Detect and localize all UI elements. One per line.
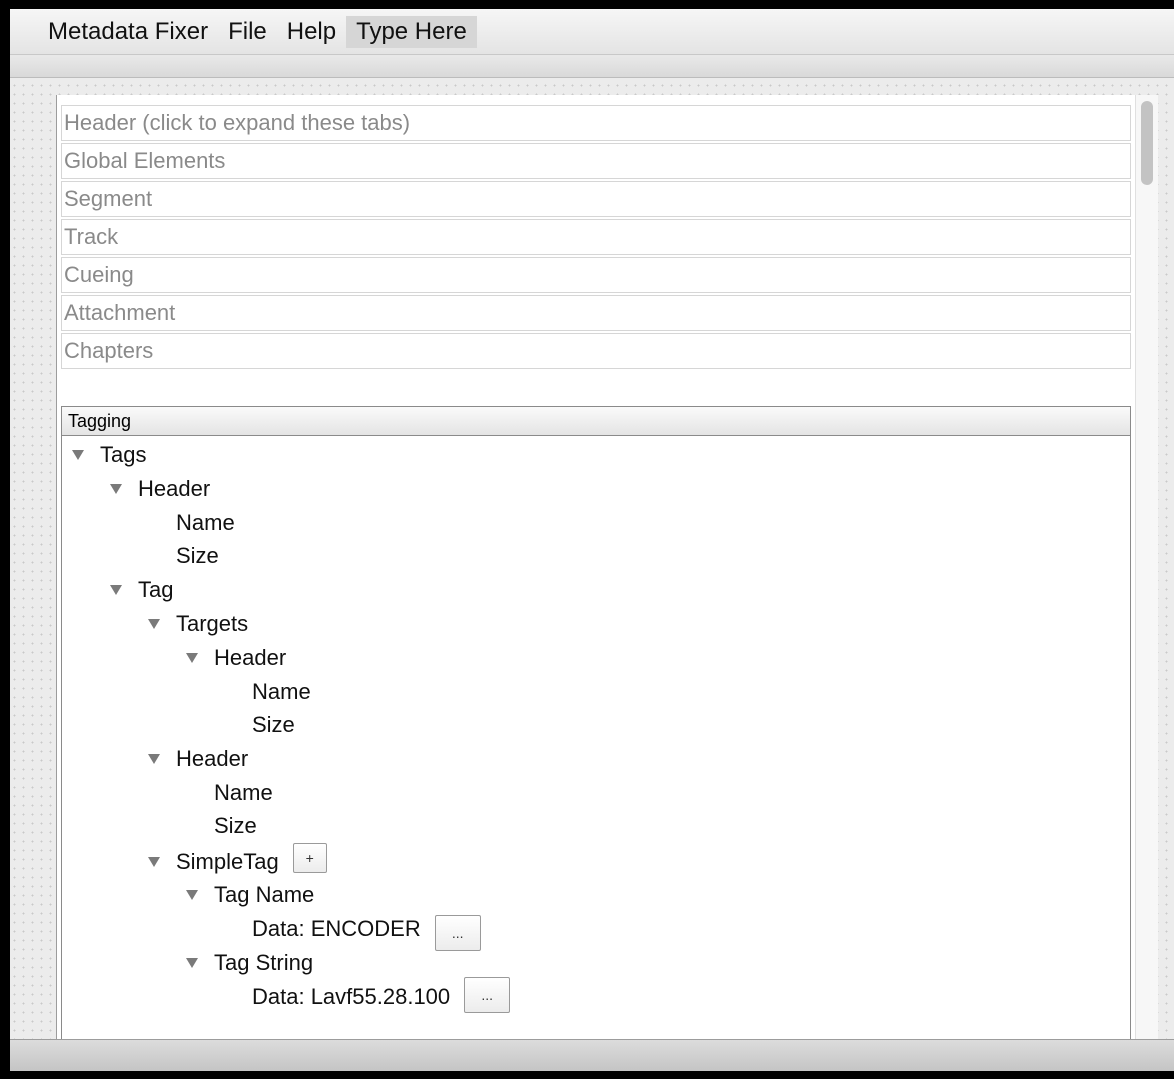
menu-app-metadata-fixer[interactable]: Metadata Fixer <box>38 16 218 48</box>
tree-node-label: Tag Name <box>214 882 315 907</box>
status-bar <box>10 1039 1174 1071</box>
tree-node-tag-string-data[interactable]: Data: Lavf55.28.100 ... <box>252 977 511 1014</box>
menu-bar: Metadata Fixer File Help Type Here <box>10 9 1174 55</box>
disclosure-triangle-icon[interactable] <box>186 890 198 900</box>
disclosure-triangle-icon[interactable] <box>148 754 160 764</box>
disclosure-triangle-icon[interactable] <box>148 857 160 867</box>
tagging-panel-title[interactable]: Tagging <box>62 407 1130 436</box>
scrollbar-thumb[interactable] <box>1141 101 1153 185</box>
tree-node-tag-string[interactable]: Tag String <box>186 946 313 980</box>
tab-global-elements[interactable]: Global Elements <box>61 143 1131 179</box>
tree-node-label: SimpleTag <box>176 849 279 874</box>
main-content: Header (click to expand these tabs) Glob… <box>56 95 1158 1055</box>
section-tabs: Header (click to expand these tabs) Glob… <box>57 95 1131 369</box>
menu-help[interactable]: Help <box>277 16 346 48</box>
tree-node-targets[interactable]: Targets <box>148 607 248 641</box>
tab-chapters[interactable]: Chapters <box>61 333 1131 369</box>
tree-node-label: Header <box>214 645 287 670</box>
tab-header[interactable]: Header (click to expand these tabs) <box>61 105 1131 141</box>
disclosure-triangle-icon[interactable] <box>186 958 198 968</box>
tree-node-name[interactable]: Name <box>214 776 273 810</box>
tree-node-simpletag[interactable]: SimpleTag + <box>148 843 327 879</box>
edit-tag-string-button[interactable]: ... <box>464 977 511 1013</box>
tree-node-name[interactable]: Name <box>252 675 311 709</box>
menu-file[interactable]: File <box>218 16 277 48</box>
tree-node-label: Tags <box>100 442 147 467</box>
tree-node-header[interactable]: Header <box>110 472 210 506</box>
tree-node-label: Header <box>176 746 249 771</box>
tree-node-label: Header <box>138 476 211 501</box>
tree-node-label: Targets <box>176 611 249 636</box>
disclosure-triangle-icon[interactable] <box>110 484 122 494</box>
tree-node-label: Tag <box>138 577 174 602</box>
tag-name-data-value: Data: ENCODER <box>252 916 421 941</box>
tree-node-tag[interactable]: Tag <box>110 573 173 607</box>
menu-type-here[interactable]: Type Here <box>346 15 477 48</box>
toolbar <box>10 55 1174 78</box>
tab-segment[interactable]: Segment <box>61 181 1131 217</box>
tree-node-tag-name-data[interactable]: Data: ENCODER ... <box>252 912 481 951</box>
edit-tag-name-button[interactable]: ... <box>434 915 481 951</box>
tab-attachment[interactable]: Attachment <box>61 295 1131 331</box>
tree-node-tag-header[interactable]: Header <box>148 742 248 776</box>
add-simpletag-button[interactable]: + <box>292 843 327 873</box>
disclosure-triangle-icon[interactable] <box>186 653 198 663</box>
tag-string-data-value: Data: Lavf55.28.100 <box>252 984 451 1009</box>
tree-node-label: Tag String <box>214 950 314 975</box>
vertical-scrollbar[interactable] <box>1135 95 1158 1055</box>
disclosure-triangle-icon[interactable] <box>110 585 122 595</box>
disclosure-triangle-icon[interactable] <box>148 619 160 629</box>
tree-node-tags[interactable]: Tags <box>72 438 146 472</box>
disclosure-triangle-icon[interactable] <box>72 450 84 460</box>
tree-node-tag-name[interactable]: Tag Name <box>186 878 314 912</box>
tree-node-size[interactable]: Size <box>176 539 219 573</box>
app-window: Metadata Fixer File Help Type Here Heade… <box>10 9 1174 1071</box>
tab-cueing[interactable]: Cueing <box>61 257 1131 293</box>
tab-track[interactable]: Track <box>61 219 1131 255</box>
tree-node-name[interactable]: Name <box>176 506 235 540</box>
tree-node-targets-header[interactable]: Header <box>186 641 286 675</box>
tagging-panel: Tagging Tags Header Name Size Tag Target… <box>61 406 1131 1055</box>
tree-node-size[interactable]: Size <box>252 708 295 742</box>
tree-node-size[interactable]: Size <box>214 809 257 843</box>
